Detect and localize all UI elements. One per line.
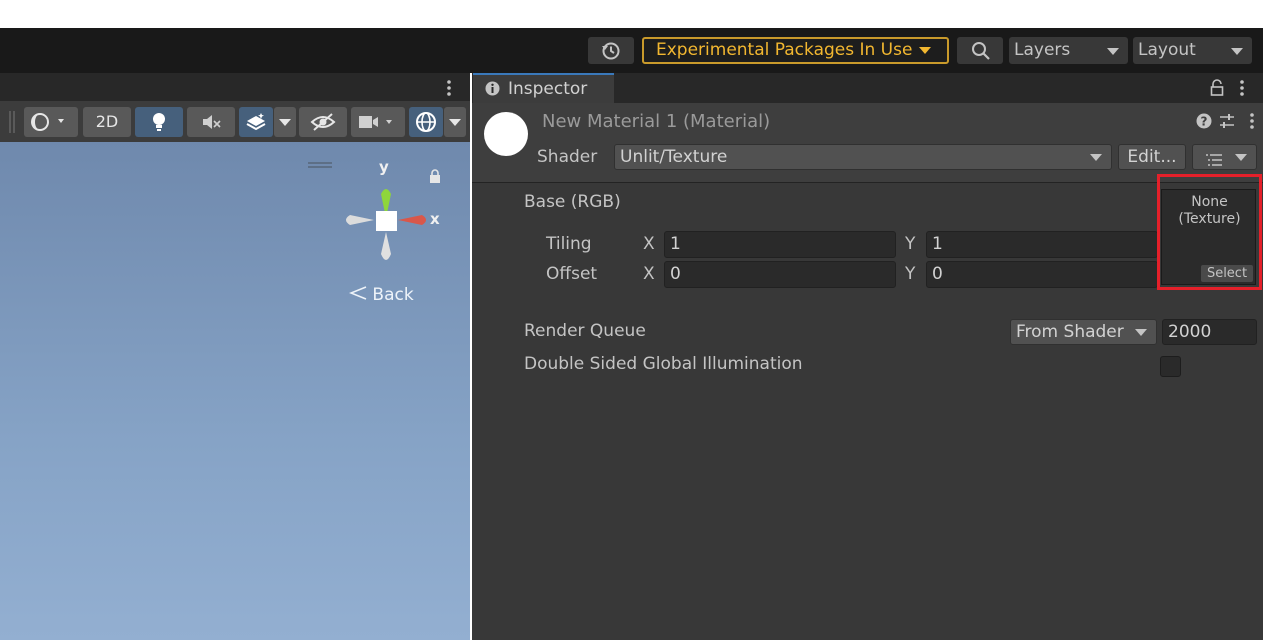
effects-toggle-button[interactable]	[239, 107, 273, 137]
chevron-down-icon	[1090, 154, 1102, 161]
search-button[interactable]	[957, 37, 1003, 64]
material-title: New Material 1 (Material)	[542, 111, 771, 132]
render-queue-field[interactable]: 2000	[1162, 319, 1257, 345]
offset-label: Offset	[546, 264, 598, 284]
layout-dropdown[interactable]: Layout	[1133, 37, 1252, 64]
more-options-icon[interactable]	[1248, 112, 1256, 135]
render-queue-mode: From Shader	[1016, 322, 1124, 342]
tiling-y-field[interactable]: 1	[926, 231, 1158, 258]
2d-label: 2D	[95, 112, 119, 131]
double-sided-gi-checkbox[interactable]	[1160, 356, 1181, 377]
toolbar-grip-icon	[8, 111, 16, 138]
chevron-down-icon	[1135, 329, 1147, 336]
light-bulb-icon	[150, 112, 168, 137]
camera-button[interactable]	[351, 107, 405, 137]
offset-x-value: 0	[670, 264, 681, 284]
camera-icon	[358, 114, 400, 135]
base-rgb-label: Base (RGB)	[524, 192, 621, 212]
list-icon	[1205, 150, 1223, 174]
chevron-down-icon	[1107, 48, 1119, 55]
gizmos-dropdown[interactable]	[444, 107, 466, 137]
help-icon[interactable]: ?	[1196, 113, 1212, 134]
tiling-x-value: 1	[670, 234, 681, 254]
globe-icon	[414, 111, 438, 138]
history-button[interactable]	[588, 37, 634, 64]
more-options-icon[interactable]	[1238, 79, 1246, 102]
chevron-down-icon	[919, 47, 931, 54]
gizmo-lock-icon[interactable]	[429, 168, 441, 188]
shader-value: Unlit/Texture	[620, 147, 728, 167]
eye-slash-icon	[310, 112, 336, 137]
tiling-label: Tiling	[546, 234, 592, 254]
lighting-toggle-button[interactable]	[135, 107, 183, 137]
layout-label: Layout	[1138, 40, 1196, 60]
hidden-objects-toggle-button[interactable]	[299, 107, 347, 137]
draw-mode-button[interactable]	[24, 107, 78, 137]
back-chevron-icon	[348, 285, 372, 305]
scene-viewport[interactable]: y x Back	[0, 142, 470, 640]
layers-label: Layers	[1014, 40, 1071, 60]
effects-dropdown[interactable]	[274, 107, 296, 137]
edit-shader-button[interactable]: Edit...	[1118, 144, 1186, 170]
chevron-down-icon	[1231, 48, 1243, 55]
info-icon	[485, 81, 500, 101]
scene-header	[0, 73, 470, 101]
orientation-gizmo[interactable]: y x	[340, 158, 440, 272]
render-queue-label: Render Queue	[524, 321, 646, 341]
presets-icon[interactable]	[1219, 113, 1235, 134]
gizmo-x-label: x	[430, 210, 440, 228]
shader-dropdown[interactable]: Unlit/Texture	[614, 144, 1112, 170]
search-icon	[970, 40, 992, 71]
tiling-y-value: 1	[932, 234, 943, 254]
offset-y-label: Y	[905, 264, 916, 284]
2d-toggle-button[interactable]: 2D	[83, 107, 131, 137]
main-toolbar: Experimental Packages In Use Layers Layo…	[0, 28, 1263, 73]
offset-x-field[interactable]: 0	[664, 261, 896, 288]
offset-y-value: 0	[932, 264, 943, 284]
edit-shader-label: Edit...	[1127, 147, 1177, 167]
render-queue-value: 2000	[1168, 322, 1212, 342]
effects-stack-icon	[245, 112, 267, 137]
offset-y-field[interactable]: 0	[926, 261, 1158, 288]
gizmo-back-label[interactable]: Back	[348, 285, 414, 305]
lock-icon[interactable]	[1210, 79, 1224, 101]
inspector-tab-label: Inspector	[508, 79, 588, 99]
tiling-y-label: Y	[905, 234, 916, 254]
shader-label: Shader	[537, 147, 598, 167]
svg-text:?: ?	[1201, 115, 1208, 129]
chevron-down-icon	[449, 119, 461, 126]
chevron-down-icon	[1235, 154, 1247, 161]
tiling-x-field[interactable]: 1	[664, 231, 896, 258]
render-queue-dropdown[interactable]: From Shader	[1010, 319, 1157, 345]
audio-toggle-button[interactable]	[187, 107, 235, 137]
material-header: New Material 1 (Material) ? Shader Unlit…	[472, 103, 1263, 183]
double-sided-gi-label: Double Sided Global Illumination	[524, 354, 803, 374]
chevron-down-icon	[279, 119, 291, 126]
mute-icon	[201, 113, 223, 136]
highlight-box	[1157, 174, 1262, 290]
shader-options-dropdown[interactable]	[1192, 144, 1257, 170]
more-options-icon[interactable]	[445, 79, 453, 102]
experimental-packages-label: Experimental Packages In Use	[656, 40, 913, 60]
history-icon	[600, 40, 622, 71]
tiling-x-label: X	[643, 234, 655, 254]
overlay-grip-icon[interactable]	[308, 153, 332, 173]
scene-toolbar: 2D	[0, 101, 470, 142]
gizmos-toggle-button[interactable]	[409, 107, 443, 137]
experimental-packages-button[interactable]: Experimental Packages In Use	[642, 37, 949, 64]
layers-dropdown[interactable]: Layers	[1009, 37, 1128, 64]
offset-x-label: X	[643, 264, 655, 284]
shading-mode-icon	[30, 112, 70, 137]
material-preview	[484, 112, 528, 156]
gizmo-y-label: y	[379, 158, 389, 176]
tab-inspector[interactable]: Inspector	[473, 73, 614, 103]
